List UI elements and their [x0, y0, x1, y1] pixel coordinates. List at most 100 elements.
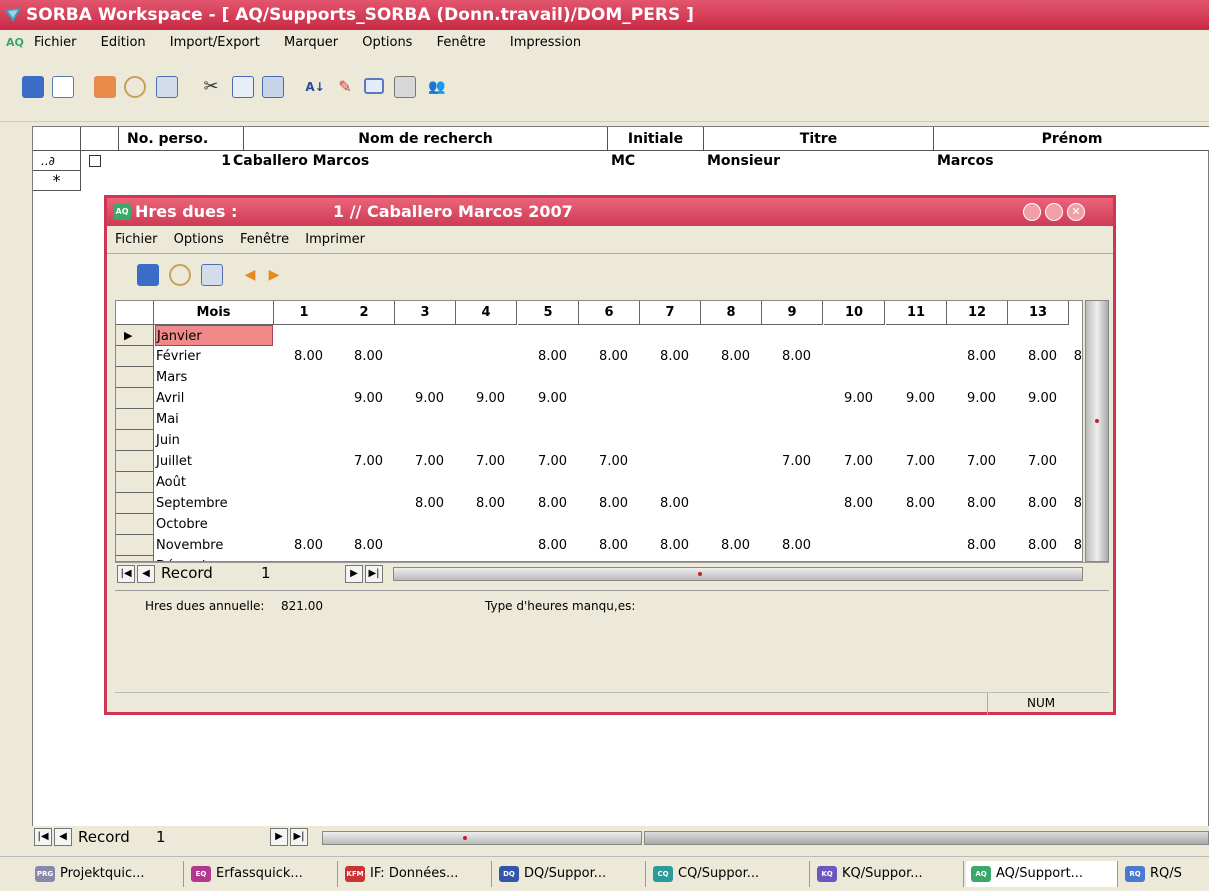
main-first-record-icon[interactable]: |◀: [34, 828, 52, 846]
hour-cell[interactable]: 9.00: [947, 388, 996, 409]
header-day-8[interactable]: 8: [701, 301, 762, 325]
month-cell[interactable]: Février: [156, 346, 201, 367]
hour-cell-overflow[interactable]: 8: [1072, 493, 1082, 514]
row-selector[interactable]: [116, 535, 154, 556]
hour-cell[interactable]: [886, 409, 935, 430]
month-cell[interactable]: Mars: [156, 367, 187, 388]
header-initiale[interactable]: Initiale: [608, 127, 704, 151]
hour-cell[interactable]: [274, 493, 323, 514]
hour-cell-overflow[interactable]: [1072, 451, 1082, 472]
row-nom[interactable]: Caballero Marcos: [233, 151, 369, 171]
hour-cell[interactable]: [762, 367, 811, 388]
menu-import-export[interactable]: Import/Export: [170, 30, 260, 56]
hour-cell[interactable]: [274, 409, 323, 430]
hour-cell-overflow[interactable]: [1072, 409, 1082, 430]
hour-cell[interactable]: 8.00: [947, 346, 996, 367]
hour-cell[interactable]: 7.00: [947, 451, 996, 472]
row-selector[interactable]: [116, 409, 154, 430]
hour-cell[interactable]: [701, 451, 750, 472]
header-day-3[interactable]: 3: [395, 301, 456, 325]
hour-cell[interactable]: [640, 367, 689, 388]
hour-cell[interactable]: [579, 388, 628, 409]
sub-menu-imprimer[interactable]: Imprimer: [305, 226, 365, 254]
hour-cell[interactable]: [947, 430, 996, 451]
hour-cell[interactable]: [395, 430, 444, 451]
hour-cell[interactable]: 9.00: [395, 388, 444, 409]
header-day-5[interactable]: 5: [518, 301, 579, 325]
hour-cell[interactable]: 7.00: [395, 451, 444, 472]
hour-cell[interactable]: 8.00: [579, 346, 628, 367]
hour-cell-overflow[interactable]: 8: [1072, 535, 1082, 556]
hour-cell-overflow[interactable]: [1072, 388, 1082, 409]
header-day-4[interactable]: 4: [456, 301, 517, 325]
hour-cell[interactable]: [947, 514, 996, 535]
hour-cell[interactable]: [640, 388, 689, 409]
hour-cell[interactable]: [824, 535, 873, 556]
hour-cell[interactable]: [456, 514, 505, 535]
hour-cell[interactable]: [395, 325, 444, 346]
hour-cell[interactable]: [456, 430, 505, 451]
hour-cell[interactable]: [334, 472, 383, 493]
hour-cell[interactable]: [579, 409, 628, 430]
row-selector[interactable]: [116, 367, 154, 388]
hour-cell[interactable]: [274, 388, 323, 409]
hour-cell[interactable]: [518, 430, 567, 451]
hour-cell[interactable]: [579, 430, 628, 451]
hour-cell[interactable]: [762, 472, 811, 493]
row-selector[interactable]: [116, 430, 154, 451]
hour-cell[interactable]: 9.00: [824, 388, 873, 409]
hour-cell[interactable]: [334, 493, 383, 514]
row-selector[interactable]: [116, 451, 154, 472]
hour-cell[interactable]: [824, 409, 873, 430]
hour-cell[interactable]: [518, 514, 567, 535]
hour-cell[interactable]: [886, 514, 935, 535]
hour-cell[interactable]: [824, 346, 873, 367]
hour-cell[interactable]: [824, 367, 873, 388]
sort-icon[interactable]: A↓: [304, 76, 326, 98]
hour-cell[interactable]: [395, 367, 444, 388]
taskbar-item[interactable]: PRG Projektquic...: [30, 861, 184, 887]
row-selector[interactable]: ▶: [116, 325, 154, 346]
books-icon[interactable]: [94, 76, 116, 98]
menu-fichier[interactable]: Fichier: [34, 30, 77, 56]
header-titre[interactable]: Titre: [704, 127, 934, 151]
hour-cell[interactable]: 7.00: [579, 451, 628, 472]
hour-cell[interactable]: 9.00: [886, 388, 935, 409]
hour-cell[interactable]: 8.00: [395, 493, 444, 514]
header-mois[interactable]: Mois: [154, 301, 274, 325]
hour-cell[interactable]: [395, 346, 444, 367]
copy-icon[interactable]: [232, 76, 254, 98]
hour-cell[interactable]: [334, 430, 383, 451]
header-day-1[interactable]: 1: [274, 301, 335, 325]
hour-cell[interactable]: [640, 472, 689, 493]
main-horizontal-scrollbar[interactable]: [322, 831, 642, 845]
hour-cell[interactable]: [334, 409, 383, 430]
hour-cell[interactable]: 9.00: [456, 388, 505, 409]
hour-cell[interactable]: 7.00: [1008, 451, 1057, 472]
hour-cell[interactable]: [274, 367, 323, 388]
hour-cell[interactable]: [886, 367, 935, 388]
menu-fenetre[interactable]: Fenêtre: [437, 30, 486, 56]
header-day-7[interactable]: 7: [640, 301, 701, 325]
vertical-scrollbar[interactable]: [1085, 300, 1109, 562]
hour-cell[interactable]: [640, 409, 689, 430]
hour-cell[interactable]: [579, 514, 628, 535]
row-selector[interactable]: [116, 388, 154, 409]
hour-cell[interactable]: 7.00: [886, 451, 935, 472]
hour-cell[interactable]: 8.00: [1008, 346, 1057, 367]
edit-icon[interactable]: ✎: [334, 76, 356, 98]
hour-cell[interactable]: [701, 409, 750, 430]
hour-cell[interactable]: [579, 325, 628, 346]
hour-cell[interactable]: 8.00: [456, 493, 505, 514]
hour-cell[interactable]: [395, 472, 444, 493]
hour-cell[interactable]: 8.00: [1008, 493, 1057, 514]
hour-cell[interactable]: [1008, 409, 1057, 430]
hour-cell[interactable]: [640, 514, 689, 535]
hour-cell[interactable]: [579, 367, 628, 388]
hour-cell[interactable]: [701, 514, 750, 535]
hour-cell[interactable]: [456, 325, 505, 346]
hour-cell[interactable]: [456, 472, 505, 493]
hour-cell[interactable]: 9.00: [334, 388, 383, 409]
hour-cell[interactable]: [824, 325, 873, 346]
hour-cell[interactable]: 8.00: [640, 346, 689, 367]
